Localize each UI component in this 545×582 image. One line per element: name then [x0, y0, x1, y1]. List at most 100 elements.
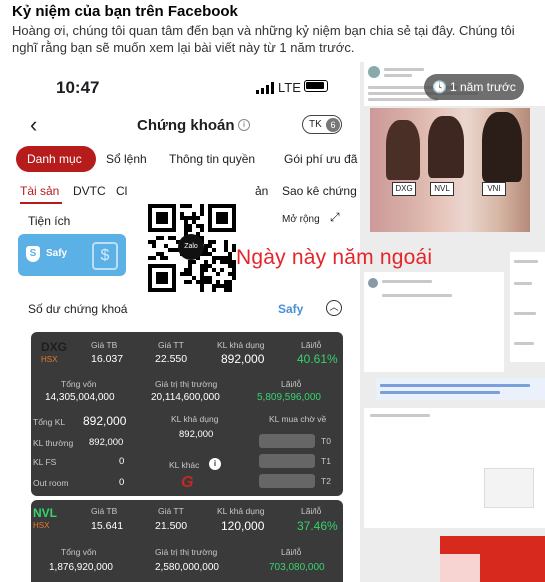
memory-ago: 1 năm trước — [450, 80, 516, 94]
out-room: 0 — [119, 477, 125, 488]
market-price: 21.500 — [155, 520, 188, 532]
available-label: KL khả dụng — [217, 506, 265, 516]
available2-label: KL khả dụng — [171, 414, 219, 424]
pl-abs-label: Lãi/lỗ — [281, 547, 302, 557]
comment-preview — [364, 272, 504, 372]
avg-price: 16.037 — [91, 353, 124, 365]
app-title: Chứng khoán — [137, 117, 235, 134]
tab-so-lenh[interactable]: Sổ lệnh — [106, 152, 147, 166]
pl-abs: 5,809,596,000 — [257, 392, 321, 403]
pending-label: KL mua chờ về — [269, 414, 327, 424]
subtab-partial[interactable]: Cl — [116, 184, 127, 198]
total-kl: 892,000 — [83, 414, 127, 428]
thumb-label: DXG — [392, 182, 416, 196]
memory-photo-collage[interactable]: 10:47 LTE ‹ Chứng khoán i TK 6 Danh mục … — [12, 62, 545, 582]
clock-icon: 🕓 — [432, 80, 447, 94]
available: 120,000 — [221, 519, 265, 533]
exchange: HSX — [33, 521, 50, 530]
avg-price-label: Giá TB — [91, 506, 118, 516]
total-cost: 14,305,004,000 — [45, 392, 115, 403]
info-icon[interactable]: i — [209, 458, 221, 470]
social-post-previews: DXG NVL VNI — [360, 62, 545, 582]
safy-card[interactable]: S Safy $ — [18, 234, 126, 276]
collapse-icon[interactable]: ︿ — [326, 300, 342, 316]
person-silhouette — [482, 112, 522, 182]
fs-label: KL FS — [33, 457, 57, 467]
avg-price: 15.641 — [91, 520, 124, 532]
out-room-label: Out room — [33, 478, 69, 488]
signal-icon — [256, 81, 274, 94]
other-label: KL khác — [169, 460, 200, 470]
pl-label: Lãi/lỗ — [301, 340, 322, 350]
memory-description: Hoàng ơi, chúng tôi quan tâm đến bạn và … — [12, 23, 515, 55]
tab-label: Danh mục — [27, 152, 82, 166]
normal: 892,000 — [89, 437, 124, 448]
side-post-preview — [510, 252, 545, 362]
t0-label: T0 — [321, 436, 331, 446]
market-price-label: Giá TT — [158, 506, 184, 516]
flag-image — [440, 536, 545, 582]
qr-center-logo: Zalo — [178, 234, 204, 260]
thumb-label: NVL — [430, 182, 454, 196]
subtab-sao-ke[interactable]: Sao kê chứng — [282, 184, 357, 198]
market-value-label: Giá trị thị trường — [155, 547, 218, 557]
balance-label: Số dư chứng khoá — [28, 302, 128, 316]
account-label: TK — [309, 119, 322, 130]
expand-icon[interactable]: ⤢ — [330, 210, 340, 225]
t1-label: T1 — [321, 456, 331, 466]
pl-percent: 37.46% — [297, 519, 338, 533]
market-value: 2,580,000,000 — [155, 562, 219, 573]
holding-card-nvl[interactable]: NVL HSX Giá TB 15.641 Giá TT 21.500 KL k… — [31, 500, 343, 582]
tab-danh-muc[interactable]: Danh mục — [16, 146, 96, 172]
symbol: DXG — [41, 340, 68, 354]
exchange: HSX — [41, 355, 58, 364]
holding-card-dxg[interactable]: DXG HSX Giá TB 16.037 Giá TT 22.550 KL k… — [31, 332, 343, 496]
available-label: KL khả dụng — [217, 340, 265, 350]
chart-post-preview — [364, 408, 545, 528]
overlay-caption: Ngày này năm ngoái — [236, 246, 433, 269]
battery-icon — [304, 80, 328, 92]
account-number: 6 — [326, 118, 340, 132]
total-cost-label: Tổng vốn — [61, 379, 97, 389]
account-switch-button[interactable]: TK 6 — [302, 115, 342, 134]
tab-thong-tin-quyen[interactable]: Thông tin quyền — [169, 152, 255, 166]
status-time: 10:47 — [56, 78, 100, 97]
normal-label: KL thường — [33, 438, 74, 448]
market-value-label: Giá trị thị trường — [155, 379, 218, 389]
subtab-dvtc[interactable]: DVTC — [73, 184, 106, 198]
market-value: 20,114,600,000 — [151, 392, 220, 403]
t1-bar — [259, 454, 315, 468]
zalo-qr-code: Zalo — [148, 200, 236, 296]
subtab-partial-2[interactable]: ản — [255, 184, 268, 198]
phone-screenshot: 10:47 LTE ‹ Chứng khoán i TK 6 Danh mục … — [12, 62, 360, 582]
fs: 0 — [119, 456, 125, 467]
person-silhouette — [386, 120, 420, 180]
post-photo: DXG NVL VNI — [370, 108, 530, 232]
back-arrow-icon[interactable]: ‹ — [30, 112, 37, 138]
subtab-tai-san[interactable]: Tài sản — [20, 184, 59, 198]
subtab-underline — [20, 202, 62, 204]
market-price: 22.550 — [155, 353, 188, 365]
safy-label: Safy — [46, 248, 68, 259]
t2-bar — [259, 474, 315, 488]
highlighted-comment-preview — [376, 378, 545, 400]
available2: 892,000 — [179, 429, 214, 440]
utility-label: Tiện ích — [28, 214, 71, 228]
memory-title: Kỷ niệm của bạn trên Facebook — [12, 3, 238, 20]
tab-goi-phi[interactable]: Gói phí ưu đã — [284, 152, 357, 166]
person-silhouette — [428, 116, 464, 178]
pl-abs: 703,080,000 — [269, 562, 325, 573]
memory-time-badge[interactable]: 🕓 1 năm trước — [424, 74, 524, 100]
pl-label: Lãi/lỗ — [301, 506, 322, 516]
thumb-label: VNI — [482, 182, 506, 196]
expand-link[interactable]: Mở rộng — [282, 214, 320, 225]
symbol: NVL — [33, 506, 57, 520]
total-cost: 1,876,920,000 — [49, 562, 113, 573]
pl-abs-label: Lãi/lỗ — [281, 379, 302, 389]
network-type: LTE — [278, 80, 301, 95]
available: 892,000 — [221, 352, 265, 366]
pl-percent: 40.61% — [297, 352, 338, 366]
safy-toggle[interactable]: Safy — [278, 302, 303, 316]
info-icon[interactable]: i — [238, 119, 250, 131]
total-kl-label: Tổng KL — [33, 417, 66, 427]
